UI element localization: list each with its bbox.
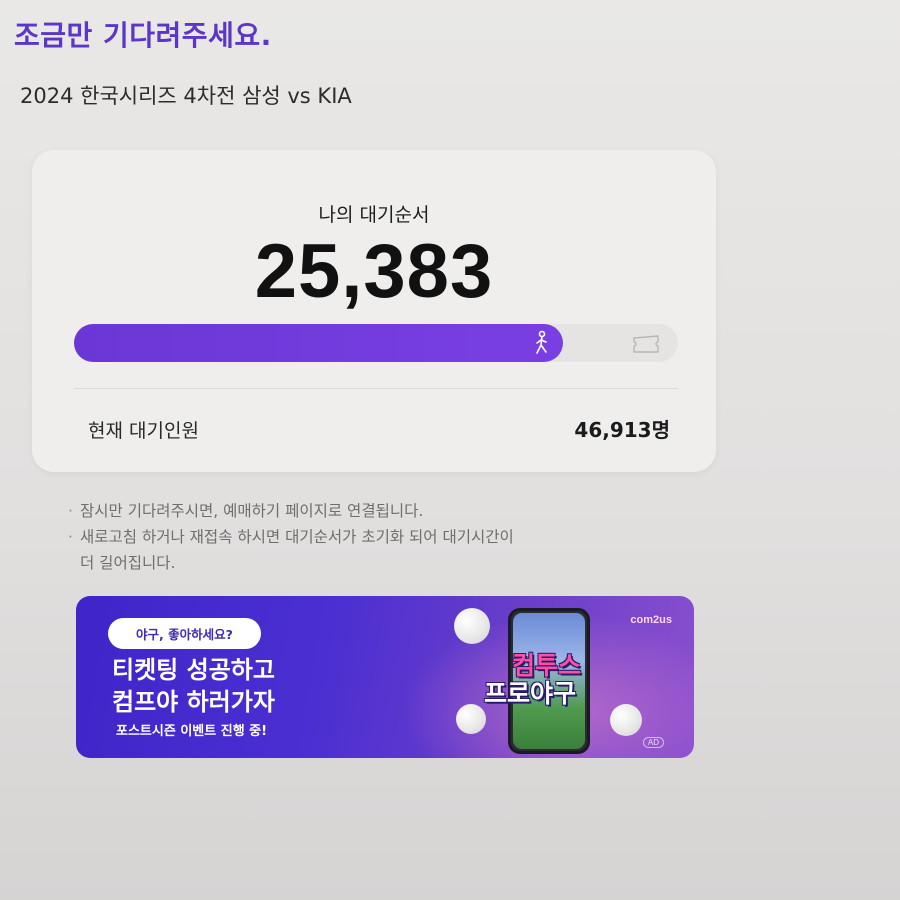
page-title: 조금만 기다려주세요. <box>14 19 272 52</box>
game-title: 2024 한국시리즈 4차전 삼성 vs KIA <box>20 84 352 108</box>
brand-logo: com2us <box>630 614 672 626</box>
waiting-count-value: 46,913명 <box>574 418 670 442</box>
ad-badge: AD <box>642 737 664 748</box>
game-logo-text: 컴투스 프로야구 <box>484 651 582 708</box>
baseball-icon <box>454 608 490 644</box>
queue-card: 나의 대기순서 25,383 현재 대기인원 46,913명 <box>32 150 716 472</box>
notice-item: · 새로고침 하거나 재접속 하시면 대기순서가 초기화 되어 대기시간이 <box>68 524 514 550</box>
waiting-count-label: 현재 대기인원 <box>88 420 199 442</box>
banner-headline: 티켓팅 성공하고 컴프야 하러가자 <box>112 656 275 716</box>
notice-list: · 잠시만 기다려주시면, 예매하기 페이지로 연결됩니다. · 새로고침 하거… <box>68 498 514 576</box>
notice-text: 잠시만 기다려주시면, 예매하기 페이지로 연결됩니다. <box>80 502 424 520</box>
runner-icon <box>536 330 548 354</box>
queue-progress-fill <box>74 324 564 362</box>
baseball-icon <box>610 704 642 736</box>
notice-item: 더 길어집니다. <box>68 550 514 576</box>
notice-item: · 잠시만 기다려주시면, 예매하기 페이지로 연결됩니다. <box>68 498 514 524</box>
banner-pill: 야구, 좋아하세요? <box>108 618 261 649</box>
ticket-icon <box>633 335 659 353</box>
queue-position-number: 25,383 <box>254 229 494 314</box>
bullet-icon: · <box>68 502 73 520</box>
notice-text: 더 길어집니다. <box>80 554 176 572</box>
queue-position-label: 나의 대기순서 <box>318 204 430 226</box>
queue-progress-bar <box>74 324 678 362</box>
ad-banner[interactable]: 야구, 좋아하세요? 티켓팅 성공하고 컴프야 하러가자 포스트시즌 이벤트 진… <box>76 596 694 758</box>
bullet-icon: · <box>68 528 73 546</box>
notice-text: 새로고침 하거나 재접속 하시면 대기순서가 초기화 되어 대기시간이 <box>80 528 514 546</box>
baseball-icon <box>456 704 486 734</box>
banner-subtext: 포스트시즌 이벤트 진행 중! <box>116 724 268 739</box>
card-divider <box>74 388 678 389</box>
